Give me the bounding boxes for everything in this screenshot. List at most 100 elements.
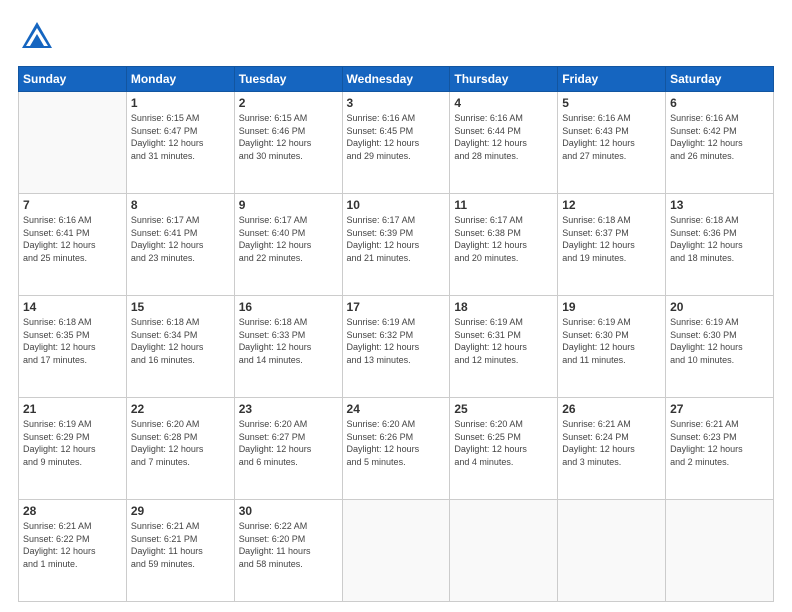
day-number: 21 (23, 402, 122, 416)
weekday-header: Monday (126, 67, 234, 92)
day-info: Sunrise: 6:20 AMSunset: 6:27 PMDaylight:… (239, 418, 338, 468)
day-info: Sunrise: 6:18 AMSunset: 6:35 PMDaylight:… (23, 316, 122, 366)
calendar-cell: 6Sunrise: 6:16 AMSunset: 6:42 PMDaylight… (666, 92, 774, 194)
day-info: Sunrise: 6:16 AMSunset: 6:44 PMDaylight:… (454, 112, 553, 162)
calendar-cell: 15 Sunrise: 6:18 AMSunset: 6:34 PMDayligh… (126, 296, 234, 398)
day-info: Sunrise: 6:18 AMSunset: 6:34 PMDaylight:… (131, 316, 230, 366)
day-info: Sunrise: 6:17 AMSunset: 6:38 PMDaylight:… (454, 214, 553, 264)
day-number: 9 (239, 198, 338, 212)
day-number: 2 (239, 96, 338, 110)
calendar-cell: 21 Sunrise: 6:19 AMSunset: 6:29 PMDayligh… (19, 398, 127, 500)
calendar-cell: 16 Sunrise: 6:18 AMSunset: 6:33 PMDayligh… (234, 296, 342, 398)
day-number: 10 (347, 198, 446, 212)
day-info: Sunrise: 6:21 AMSunset: 6:23 PMDaylight:… (670, 418, 769, 468)
calendar-cell: 10 Sunrise: 6:17 AMSunset: 6:39 PMDayligh… (342, 194, 450, 296)
calendar-cell (342, 500, 450, 602)
day-info: Sunrise: 6:19 AMSunset: 6:30 PMDaylight:… (670, 316, 769, 366)
calendar-cell (450, 500, 558, 602)
day-info: Sunrise: 6:15 AMSunset: 6:46 PMDaylight:… (239, 112, 338, 162)
calendar-cell: 24Sunrise: 6:20 AMSunset: 6:26 PMDayligh… (342, 398, 450, 500)
day-info: Sunrise: 6:19 AMSunset: 6:29 PMDaylight:… (23, 418, 122, 468)
weekday-header: Wednesday (342, 67, 450, 92)
weekday-header: Thursday (450, 67, 558, 92)
calendar-table: SundayMondayTuesdayWednesdayThursdayFrid… (18, 66, 774, 602)
calendar-cell: 25 Sunrise: 6:20 AMSunset: 6:25 PMDayligh… (450, 398, 558, 500)
day-number: 30 (239, 504, 338, 518)
weekday-header: Sunday (19, 67, 127, 92)
logo-icon (18, 18, 56, 56)
day-info: Sunrise: 6:20 AMSunset: 6:25 PMDaylight:… (454, 418, 553, 468)
day-number: 27 (670, 402, 769, 416)
day-number: 22 (131, 402, 230, 416)
calendar-cell: 20 Sunrise: 6:19 AMSunset: 6:30 PMDayligh… (666, 296, 774, 398)
day-number: 24 (347, 402, 446, 416)
calendar-week-row: 7Sunrise: 6:16 AMSunset: 6:41 PMDaylight… (19, 194, 774, 296)
calendar-cell: 4 Sunrise: 6:16 AMSunset: 6:44 PMDaylight… (450, 92, 558, 194)
day-number: 29 (131, 504, 230, 518)
day-number: 19 (562, 300, 661, 314)
calendar-cell: 12Sunrise: 6:18 AMSunset: 6:37 PMDayligh… (558, 194, 666, 296)
day-number: 5 (562, 96, 661, 110)
calendar-cell: 26Sunrise: 6:21 AMSunset: 6:24 PMDayligh… (558, 398, 666, 500)
day-info: Sunrise: 6:17 AMSunset: 6:41 PMDaylight:… (131, 214, 230, 264)
page: SundayMondayTuesdayWednesdayThursdayFrid… (0, 0, 792, 612)
calendar-cell: 30Sunrise: 6:22 AMSunset: 6:20 PMDayligh… (234, 500, 342, 602)
calendar-cell (19, 92, 127, 194)
day-number: 23 (239, 402, 338, 416)
calendar-week-row: 1Sunrise: 6:15 AMSunset: 6:47 PMDaylight… (19, 92, 774, 194)
calendar-cell: 17 Sunrise: 6:19 AMSunset: 6:32 PMDayligh… (342, 296, 450, 398)
day-number: 18 (454, 300, 553, 314)
day-info: Sunrise: 6:19 AMSunset: 6:30 PMDaylight:… (562, 316, 661, 366)
header (18, 18, 774, 56)
calendar-cell: 28 Sunrise: 6:21 AMSunset: 6:22 PMDayligh… (19, 500, 127, 602)
day-info: Sunrise: 6:21 AMSunset: 6:24 PMDaylight:… (562, 418, 661, 468)
calendar-cell: 29Sunrise: 6:21 AMSunset: 6:21 PMDayligh… (126, 500, 234, 602)
day-number: 11 (454, 198, 553, 212)
day-number: 28 (23, 504, 122, 518)
calendar-cell: 13 Sunrise: 6:18 AMSunset: 6:36 PMDayligh… (666, 194, 774, 296)
calendar-week-row: 21 Sunrise: 6:19 AMSunset: 6:29 PMDayligh… (19, 398, 774, 500)
day-info: Sunrise: 6:16 AMSunset: 6:43 PMDaylight:… (562, 112, 661, 162)
day-number: 4 (454, 96, 553, 110)
day-number: 15 (131, 300, 230, 314)
day-number: 17 (347, 300, 446, 314)
calendar-cell (558, 500, 666, 602)
day-number: 6 (670, 96, 769, 110)
day-info: Sunrise: 6:16 AMSunset: 6:41 PMDaylight:… (23, 214, 122, 264)
weekday-header: Friday (558, 67, 666, 92)
weekday-header: Saturday (666, 67, 774, 92)
calendar-cell: 18Sunrise: 6:19 AMSunset: 6:31 PMDayligh… (450, 296, 558, 398)
day-info: Sunrise: 6:21 AMSunset: 6:22 PMDaylight:… (23, 520, 122, 570)
calendar-cell: 1Sunrise: 6:15 AMSunset: 6:47 PMDaylight… (126, 92, 234, 194)
calendar-cell (666, 500, 774, 602)
calendar-cell: 22 Sunrise: 6:20 AMSunset: 6:28 PMDayligh… (126, 398, 234, 500)
calendar-cell: 19 Sunrise: 6:19 AMSunset: 6:30 PMDayligh… (558, 296, 666, 398)
day-info: Sunrise: 6:16 AMSunset: 6:45 PMDaylight:… (347, 112, 446, 162)
logo (18, 18, 56, 56)
day-number: 13 (670, 198, 769, 212)
day-info: Sunrise: 6:17 AMSunset: 6:39 PMDaylight:… (347, 214, 446, 264)
day-info: Sunrise: 6:18 AMSunset: 6:36 PMDaylight:… (670, 214, 769, 264)
calendar-cell: 8Sunrise: 6:17 AMSunset: 6:41 PMDaylight… (126, 194, 234, 296)
calendar-cell: 5 Sunrise: 6:16 AMSunset: 6:43 PMDaylight… (558, 92, 666, 194)
calendar-cell: 27 Sunrise: 6:21 AMSunset: 6:23 PMDayligh… (666, 398, 774, 500)
calendar-cell: 7Sunrise: 6:16 AMSunset: 6:41 PMDaylight… (19, 194, 127, 296)
day-number: 14 (23, 300, 122, 314)
calendar-cell: 3 Sunrise: 6:16 AMSunset: 6:45 PMDaylight… (342, 92, 450, 194)
calendar-cell: 11 Sunrise: 6:17 AMSunset: 6:38 PMDayligh… (450, 194, 558, 296)
day-info: Sunrise: 6:15 AMSunset: 6:47 PMDaylight:… (131, 112, 230, 162)
day-info: Sunrise: 6:18 AMSunset: 6:37 PMDaylight:… (562, 214, 661, 264)
day-number: 20 (670, 300, 769, 314)
day-info: Sunrise: 6:18 AMSunset: 6:33 PMDaylight:… (239, 316, 338, 366)
calendar-header-row: SundayMondayTuesdayWednesdayThursdayFrid… (19, 67, 774, 92)
calendar-week-row: 28 Sunrise: 6:21 AMSunset: 6:22 PMDayligh… (19, 500, 774, 602)
day-info: Sunrise: 6:20 AMSunset: 6:28 PMDaylight:… (131, 418, 230, 468)
calendar-week-row: 14 Sunrise: 6:18 AMSunset: 6:35 PMDayligh… (19, 296, 774, 398)
day-info: Sunrise: 6:19 AMSunset: 6:32 PMDaylight:… (347, 316, 446, 366)
day-number: 3 (347, 96, 446, 110)
calendar-cell: 9Sunrise: 6:17 AMSunset: 6:40 PMDaylight… (234, 194, 342, 296)
day-number: 25 (454, 402, 553, 416)
calendar-cell: 23 Sunrise: 6:20 AMSunset: 6:27 PMDayligh… (234, 398, 342, 500)
calendar-cell: 14 Sunrise: 6:18 AMSunset: 6:35 PMDayligh… (19, 296, 127, 398)
day-number: 16 (239, 300, 338, 314)
